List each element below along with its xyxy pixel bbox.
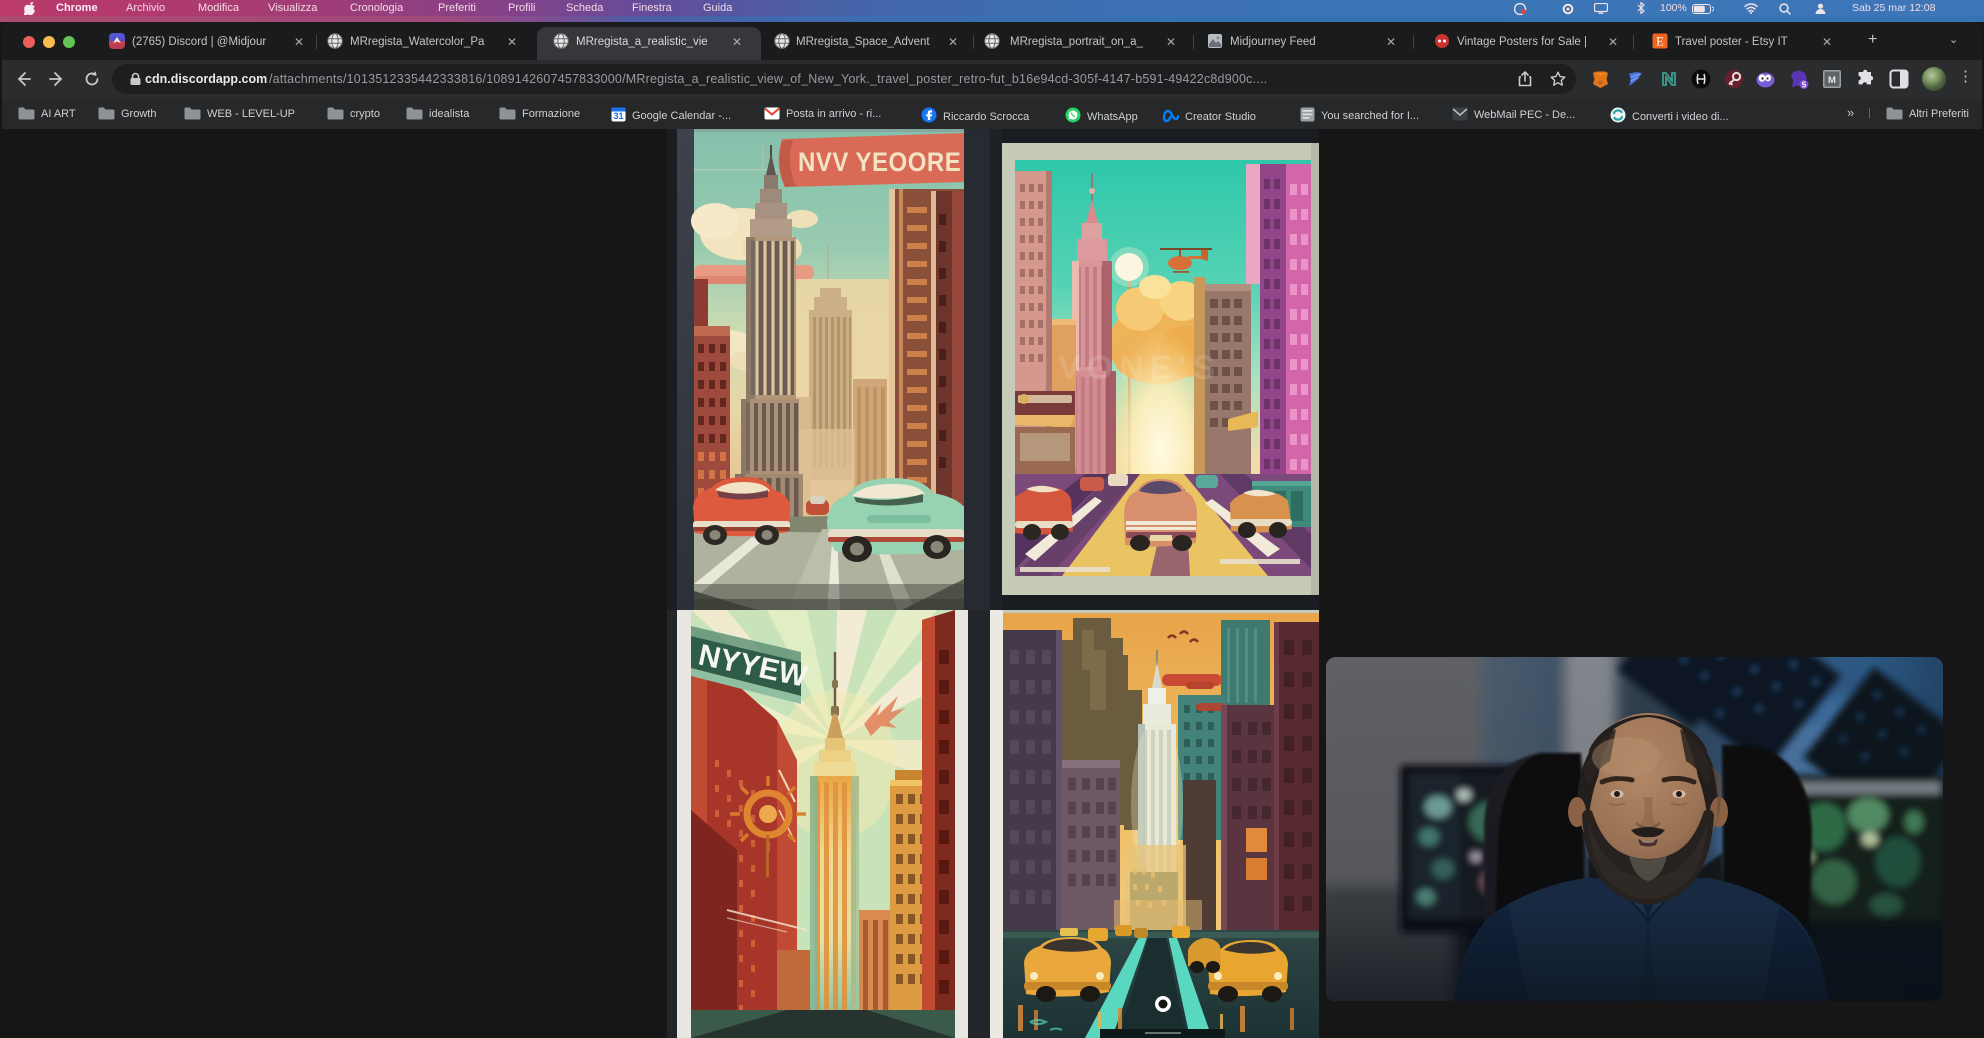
svg-text:5: 5: [1802, 81, 1807, 90]
svg-text:31: 31: [613, 111, 623, 121]
svg-text:NVV YEOORE: NVV YEOORE: [798, 148, 961, 178]
svg-text:E: E: [1656, 35, 1664, 49]
svg-text:VONE'S: VONE'S: [1058, 349, 1221, 387]
svg-text:M: M: [1828, 75, 1836, 86]
